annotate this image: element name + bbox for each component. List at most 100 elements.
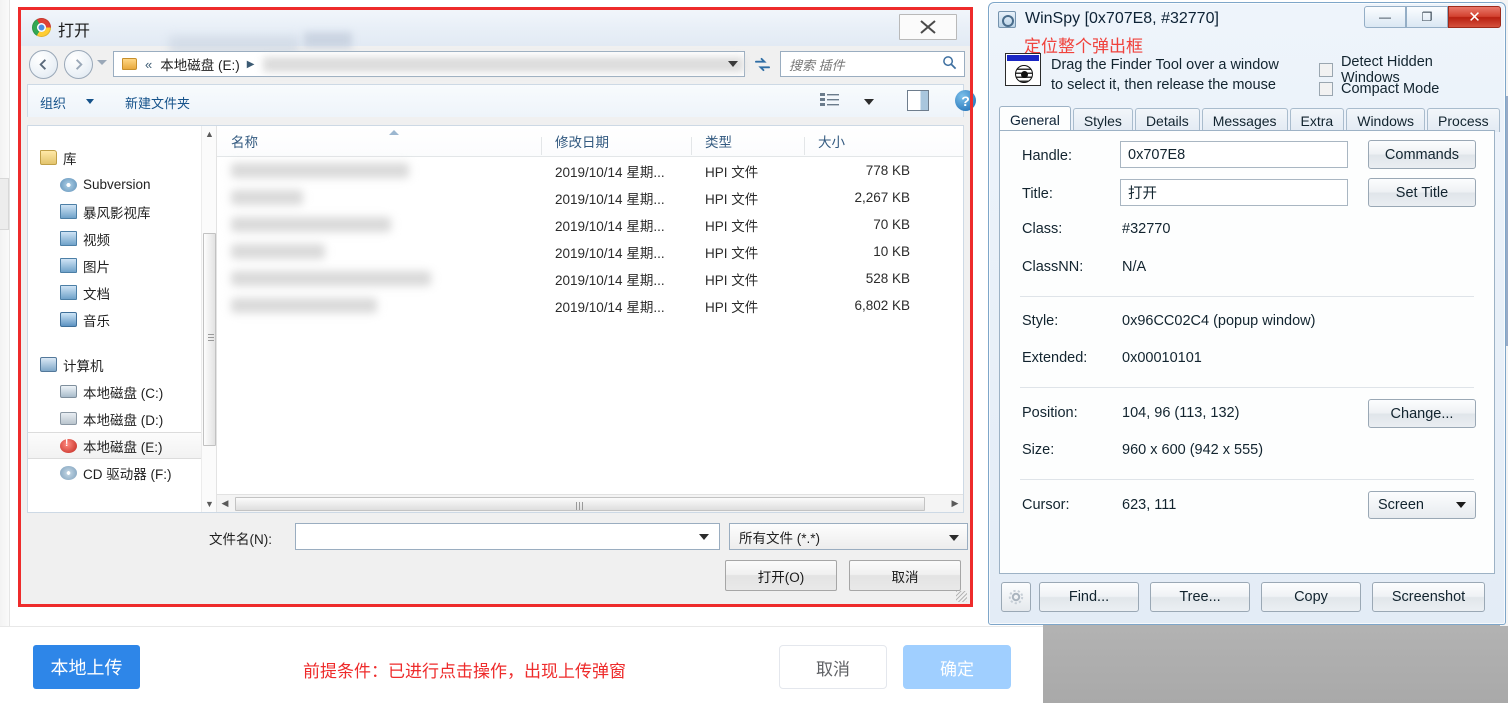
filename-input[interactable] — [295, 523, 720, 550]
filetype-select[interactable]: 所有文件 (*.*) — [729, 523, 968, 550]
left-rail-tab[interactable] — [0, 178, 9, 230]
title-field[interactable]: 打开 — [1120, 179, 1348, 206]
address-bar[interactable]: « 本地磁盘 (E:) ▶ — [113, 51, 745, 77]
address-dropdown-icon[interactable] — [728, 61, 738, 67]
scroll-left-icon[interactable]: ◀ — [217, 498, 233, 509]
forward-arrow-icon — [75, 59, 83, 70]
winspy-close-button[interactable]: ✕ — [1448, 6, 1501, 28]
column-header-type[interactable]: 类型 — [691, 131, 804, 155]
new-folder-button[interactable]: 新建文件夹 — [125, 93, 190, 112]
table-row[interactable]: 2019/10/14 星期... HPI 文件 2,267 KB — [217, 184, 963, 211]
tree-item-pictures[interactable]: 图片 — [28, 252, 216, 279]
open-button[interactable]: 打开(O) — [725, 560, 837, 591]
back-arrow-icon — [39, 59, 47, 70]
filename-dropdown-icon[interactable] — [699, 534, 709, 540]
column-header-size[interactable]: 大小 — [804, 131, 924, 155]
chevron-down-icon[interactable] — [86, 99, 94, 104]
style-label: Style: — [1022, 313, 1059, 329]
tree-scrollbar[interactable]: ▲ ▼ — [201, 126, 216, 512]
tree-item-music[interactable]: 音乐 — [28, 306, 216, 333]
table-row[interactable]: 2019/10/14 星期... HPI 文件 6,802 KB — [217, 292, 963, 319]
scroll-down-icon[interactable]: ▼ — [202, 496, 216, 512]
tree-group-computer[interactable]: 计算机 — [28, 351, 216, 378]
scroll-right-icon[interactable]: ▶ — [947, 498, 963, 509]
tree-item-drive-d[interactable]: 本地磁盘 (D:) — [28, 405, 216, 432]
dialog-cancel-button[interactable]: 取消 — [849, 560, 961, 591]
maximize-button[interactable]: ❐ — [1406, 6, 1448, 28]
tab-windows[interactable]: Windows — [1346, 108, 1426, 132]
table-row[interactable]: 2019/10/14 星期... HPI 文件 70 KB — [217, 211, 963, 238]
title-value: 打开 — [1128, 186, 1157, 202]
table-row[interactable]: 2019/10/14 星期... HPI 文件 528 KB — [217, 265, 963, 292]
web-confirm-button[interactable]: 确定 — [903, 645, 1011, 689]
change-position-button[interactable]: Change... — [1368, 399, 1476, 428]
refresh-button[interactable] — [750, 51, 775, 77]
table-row[interactable]: 2019/10/14 星期... HPI 文件 10 KB — [217, 238, 963, 265]
tree-item-drive-c[interactable]: 本地磁盘 (C:) — [28, 378, 216, 405]
finder-hint: Drag the Finder Tool over a window to se… — [1051, 55, 1279, 95]
size-value: 960 x 600 (942 x 555) — [1122, 442, 1264, 458]
table-row[interactable]: 2019/10/14 星期... HPI 文件 778 KB — [217, 157, 963, 184]
file-name-cell — [217, 163, 541, 178]
tree-label: 本地磁盘 (D:) — [83, 412, 164, 428]
horizontal-scrollbar-thumb[interactable] — [235, 496, 925, 511]
tree-item-cd-drive[interactable]: CD 驱动器 (F:) — [28, 459, 216, 486]
column-header-date[interactable]: 修改日期 — [541, 131, 691, 155]
local-upload-button[interactable]: 本地上传 — [33, 645, 140, 689]
tab-styles[interactable]: Styles — [1072, 108, 1133, 132]
tab-details[interactable]: Details — [1134, 108, 1200, 132]
view-dropdown-icon[interactable] — [864, 99, 874, 105]
tree-group-libraries[interactable]: 库 — [28, 144, 216, 171]
compact-mode-checkbox[interactable]: Compact Mode — [1319, 81, 1439, 97]
history-dropdown-icon[interactable] — [97, 60, 107, 65]
preview-pane-icon[interactable] — [907, 90, 929, 111]
find-button[interactable]: Find... — [1039, 582, 1139, 612]
dialog-close-button[interactable] — [899, 14, 957, 40]
gear-icon[interactable] — [1001, 582, 1031, 612]
tab-extra[interactable]: Extra — [1289, 108, 1345, 132]
scroll-up-icon[interactable]: ▲ — [202, 126, 216, 142]
set-title-button[interactable]: Set Title — [1368, 178, 1476, 207]
tree-item-drive-e[interactable]: 本地磁盘 (E:) — [28, 432, 216, 459]
position-value: 104, 96 (113, 132) — [1122, 405, 1240, 421]
divider — [1020, 296, 1474, 297]
minimize-button[interactable]: — — [1364, 6, 1406, 28]
tree-label: 图片 — [83, 259, 110, 275]
winspy-footer: Find... Tree... Copy Screenshot — [999, 582, 1495, 612]
copy-button[interactable]: Copy — [1261, 582, 1361, 612]
tree-item-subversion[interactable]: Subversion — [28, 171, 216, 198]
cursor-value: 623, 111 — [1122, 497, 1177, 513]
back-button[interactable] — [29, 50, 58, 79]
search-input[interactable]: 搜索 插件 — [780, 51, 965, 77]
address-segment-drive[interactable]: 本地磁盘 (E:) — [160, 54, 240, 74]
cursor-mode-select[interactable]: Screen — [1368, 491, 1476, 519]
resize-grip[interactable] — [956, 591, 967, 602]
help-icon[interactable]: ? — [955, 90, 976, 111]
tree-item-video-library[interactable]: 暴风影视库 — [28, 198, 216, 225]
handle-field[interactable]: 0x707E8 — [1120, 141, 1348, 168]
scrollbar-grip — [208, 334, 214, 341]
finder-tool-icon[interactable] — [1005, 53, 1041, 86]
page-divider — [0, 626, 1043, 627]
videos-icon — [60, 231, 77, 246]
organize-menu-button[interactable]: 组织 — [40, 93, 66, 112]
finder-hint-line1: Drag the Finder Tool over a window — [1051, 57, 1279, 73]
column-header-name[interactable]: 名称 — [217, 131, 541, 151]
web-cancel-button[interactable]: 取消 — [779, 645, 887, 689]
file-list-horizontal-scrollbar[interactable]: ◀ ▶ — [217, 494, 963, 512]
tree-button[interactable]: Tree... — [1150, 582, 1250, 612]
tree-scrollbar-thumb[interactable] — [203, 233, 216, 446]
tree-item-videos[interactable]: 视频 — [28, 225, 216, 252]
screenshot-button[interactable]: Screenshot — [1372, 582, 1485, 612]
handle-value: 0x707E8 — [1128, 146, 1186, 163]
list-view-icon[interactable] — [820, 92, 840, 110]
tab-messages[interactable]: Messages — [1201, 108, 1288, 132]
address-separator-icon[interactable]: ▶ — [247, 59, 255, 70]
tab-process[interactable]: Process — [1427, 108, 1500, 132]
tab-general[interactable]: General — [999, 106, 1071, 132]
scrollbar-track[interactable] — [233, 496, 947, 512]
file-size-cell: 778 KB — [865, 163, 910, 178]
commands-button[interactable]: Commands — [1368, 140, 1476, 169]
forward-button[interactable] — [64, 50, 93, 79]
tree-item-documents[interactable]: 文档 — [28, 279, 216, 306]
